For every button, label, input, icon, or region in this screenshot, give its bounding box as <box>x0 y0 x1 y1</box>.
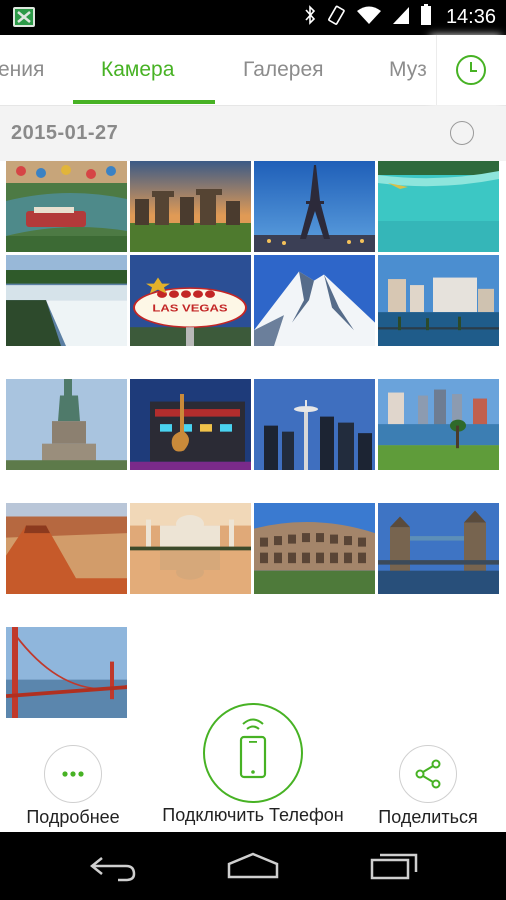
system-nav-bar <box>0 832 506 900</box>
photo-thumbnail[interactable] <box>378 503 499 594</box>
share-icon <box>399 745 457 803</box>
recents-icon[interactable] <box>370 850 420 880</box>
tab-music[interactable]: Муз <box>389 35 427 105</box>
photo-thumbnail[interactable] <box>130 161 251 252</box>
app-notification-icon <box>13 7 35 27</box>
connect-phone-button[interactable]: Подключить Телефон <box>148 703 358 826</box>
photo-thumbnail[interactable] <box>6 379 127 470</box>
bottom-action-bar: Подробнее Подключить Телефон Поделиться <box>0 700 506 832</box>
photo-thumbnail[interactable] <box>254 503 375 594</box>
photo-thumbnail[interactable] <box>6 161 127 252</box>
photo-thumbnail[interactable] <box>254 161 375 252</box>
photo-thumbnail[interactable] <box>254 379 375 470</box>
battery-icon <box>420 4 432 31</box>
signal-icon <box>392 5 410 30</box>
city-waterfront-photo <box>378 255 499 346</box>
photo-thumbnail[interactable] <box>130 379 251 470</box>
photo-thumbnail[interactable] <box>378 379 499 470</box>
tower-bridge-photo <box>378 503 499 594</box>
more-button[interactable]: Подробнее <box>15 745 131 828</box>
city-park-lake-photo <box>378 379 499 470</box>
river-walk-boats-photo <box>6 161 127 252</box>
history-button[interactable] <box>436 35 506 105</box>
colosseum-photo <box>254 503 375 594</box>
home-icon[interactable] <box>226 850 280 880</box>
photo-thumbnail[interactable] <box>130 503 251 594</box>
photo-thumbnail[interactable] <box>6 255 127 346</box>
tab-bar: ения Камера Галерея Муз <box>0 35 506 106</box>
stonehenge-photo <box>130 161 251 252</box>
select-all-checkbox[interactable] <box>450 121 474 145</box>
wifi-icon <box>356 5 382 30</box>
tropical-beach-photo <box>378 161 499 252</box>
taj-mahal-photo <box>130 503 251 594</box>
photo-thumbnail[interactable] <box>6 503 127 594</box>
back-icon[interactable] <box>88 852 138 882</box>
clock-time: 14:36 <box>445 6 496 28</box>
hard-rock-cafe-photo <box>130 379 251 470</box>
more-label: Подробнее <box>26 807 120 827</box>
phone-connect-icon <box>203 703 303 803</box>
connect-phone-label: Подключить Телефон <box>162 805 344 825</box>
tab-applications[interactable]: ения <box>0 35 44 105</box>
photo-thumbnail[interactable] <box>378 161 499 252</box>
red-canyon-photo <box>6 503 127 594</box>
share-button[interactable]: Поделиться <box>370 745 486 828</box>
status-bar: 14:36 <box>0 0 506 35</box>
date-section-header: 2015-01-27 <box>0 106 506 161</box>
snowy-mountain-photo <box>254 255 375 346</box>
vibrate-icon <box>326 5 346 30</box>
section-date: 2015-01-27 <box>11 122 119 144</box>
bluetooth-icon <box>304 5 316 30</box>
photo-thumbnail[interactable]: LAS VEGAS <box>130 255 251 346</box>
eiffel-tower-photo <box>254 161 375 252</box>
share-label: Поделиться <box>378 807 478 827</box>
las-vegas-sign-photo: LAS VEGAS <box>130 255 251 346</box>
active-tab-indicator <box>73 100 215 104</box>
photo-thumbnail[interactable] <box>254 255 375 346</box>
space-needle-photo <box>254 379 375 470</box>
clock-icon <box>456 55 486 85</box>
tab-camera[interactable]: Камера <box>101 35 174 105</box>
tab-gallery[interactable]: Галерея <box>243 35 324 105</box>
photo-thumbnail[interactable] <box>378 255 499 346</box>
more-icon <box>44 745 102 803</box>
statue-of-liberty-photo <box>6 379 127 470</box>
waterfall-photo <box>6 255 127 346</box>
svg-text:LAS VEGAS: LAS VEGAS <box>152 304 227 314</box>
